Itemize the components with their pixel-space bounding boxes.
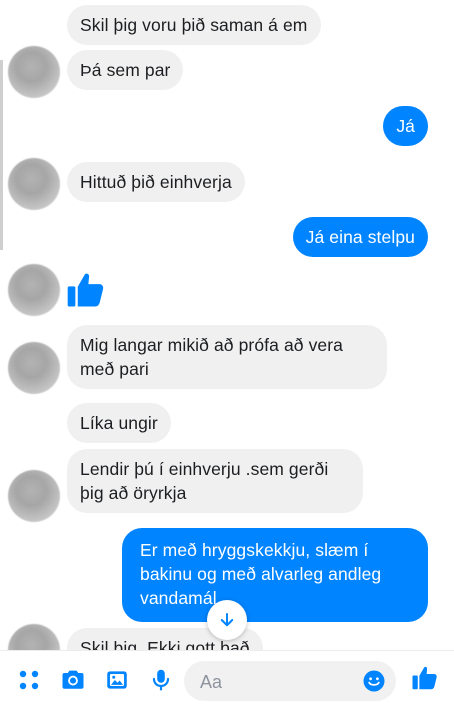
message-bubble-incoming[interactable]: Lendir þú í einhverju .sem gerði þig að … xyxy=(67,449,363,513)
message-thread[interactable]: Skil þig voru þið saman á em Þá sem par … xyxy=(0,0,454,650)
message-bubble-outgoing[interactable]: Já eina stelpu xyxy=(292,217,428,257)
message-bubble-incoming[interactable]: Hittuð þið einhverja xyxy=(67,162,245,202)
thumbs-up-icon[interactable] xyxy=(410,663,440,693)
avatar[interactable] xyxy=(8,624,60,650)
scroll-to-bottom-button[interactable] xyxy=(207,600,247,640)
message-bubble-incoming[interactable]: Skil þig voru þið saman á em xyxy=(67,5,321,45)
message-input[interactable] xyxy=(198,661,352,703)
message-text: Líka ungir xyxy=(80,413,158,433)
message-bubble-incoming[interactable]: Líka ungir xyxy=(67,403,171,443)
message-bubble-outgoing[interactable]: Já xyxy=(383,106,428,146)
camera-icon[interactable] xyxy=(58,665,88,695)
message-text: Skil þig voru þið saman á em xyxy=(80,15,308,35)
message-bubble-outgoing[interactable]: Er með hryggskekkju, slæm í bakinu og me… xyxy=(122,528,428,622)
message-text: Mig langar mikið að prófa að vera með pa… xyxy=(80,335,344,379)
avatar[interactable] xyxy=(8,264,60,316)
emoji-icon[interactable] xyxy=(362,669,386,693)
thumbs-up-icon[interactable] xyxy=(64,268,108,312)
message-text: Þá sem par xyxy=(80,60,171,80)
message-bubble-incoming[interactable]: Þá sem par xyxy=(67,50,184,90)
arrow-down-icon xyxy=(220,613,234,627)
scrollbar[interactable] xyxy=(0,60,3,250)
avatar[interactable] xyxy=(8,46,60,98)
microphone-icon[interactable] xyxy=(146,665,176,695)
message-text: Hittuð þið einhverja xyxy=(80,172,232,192)
avatar[interactable] xyxy=(8,342,60,394)
message-input-container[interactable] xyxy=(184,661,396,703)
avatar[interactable] xyxy=(8,470,60,522)
apps-icon[interactable] xyxy=(14,665,44,695)
message-bubble-incoming[interactable]: Mig langar mikið að prófa að vera með pa… xyxy=(67,325,387,389)
message-text: Já xyxy=(396,116,415,136)
message-text: Er með hryggskekkju, slæm í bakinu og me… xyxy=(140,540,382,608)
message-composer xyxy=(0,650,454,715)
avatar[interactable] xyxy=(8,158,60,210)
gallery-icon[interactable] xyxy=(102,665,132,695)
message-text: Lendir þú í einhverju .sem gerði þig að … xyxy=(80,459,329,503)
message-text: Já eina stelpu xyxy=(305,227,415,247)
